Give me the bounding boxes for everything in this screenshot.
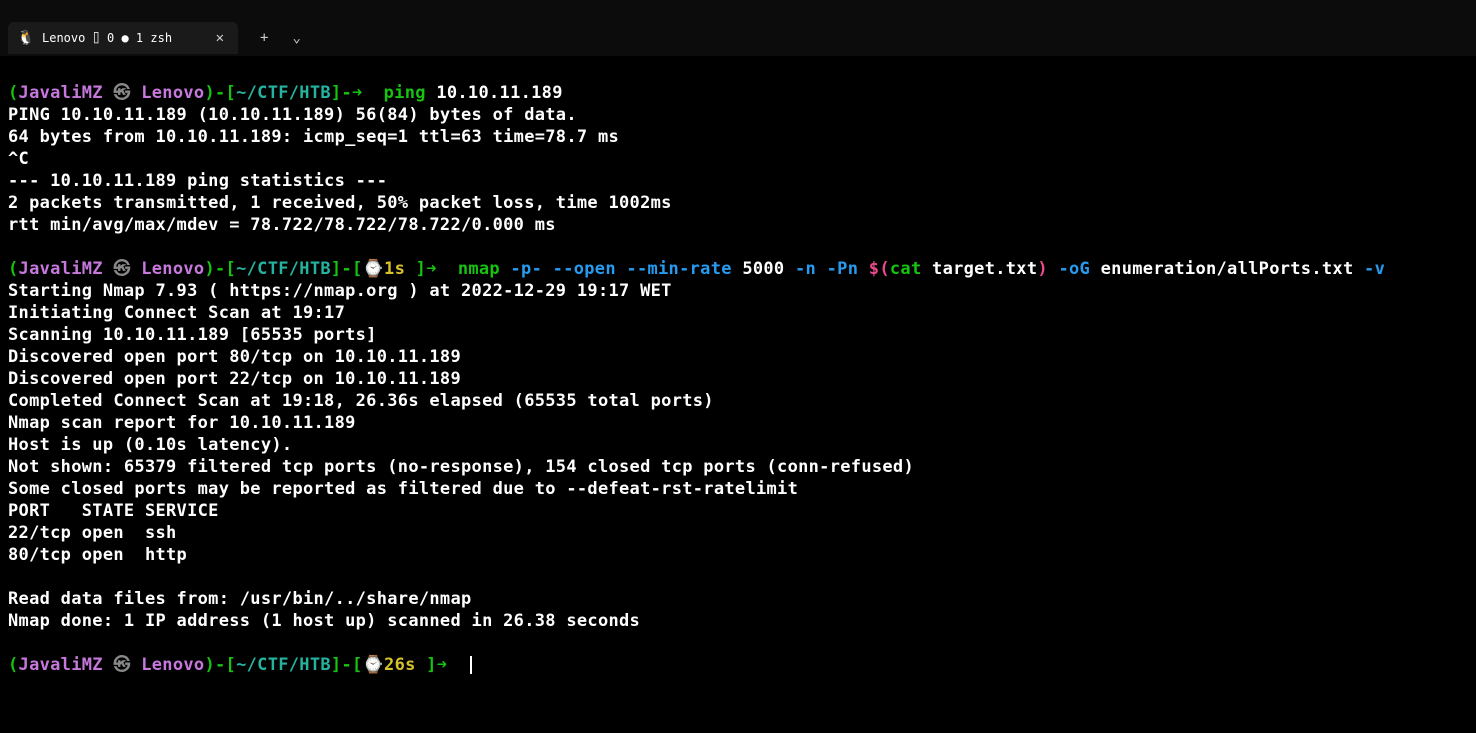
tab-controls: + ⌄ [250,26,311,50]
prompt-user: JavaliMZ [19,655,103,675]
prompt-path: ~/CTF/HTB [236,655,331,675]
output-line: Nmap done: 1 IP address (1 host up) scan… [8,611,640,631]
prompt-dash: - [341,259,352,279]
output-line: 64 bytes from 10.10.11.189: icmp_seq=1 t… [8,127,619,147]
output-line: 80/tcp open http [8,545,187,565]
tux-icon: 🐧 [18,30,34,46]
prompt-path: ~/CTF/HTB [236,259,331,279]
output-line: ^C [8,149,29,169]
subst-file: target.txt [932,259,1037,279]
prompt-open-paren: ( [8,655,19,675]
terminal-content[interactable]: (JavaliMZ ㉿ Lenovo)-[~/CTF/HTB]-➜ ping 1… [0,56,1476,680]
prompt-dash: - [215,259,226,279]
prompt-bracket-close: ] [331,655,342,675]
time-bracket-close: ] [416,259,427,279]
nmap-arg-n: -n [795,259,816,279]
output-line: Completed Connect Scan at 19:18, 26.36s … [8,391,714,411]
skull-icon: ㉿ [113,259,130,279]
subst-open: $( [869,259,890,279]
nmap-arg-open: --open [553,259,616,279]
output-line: --- 10.10.11.189 ping statistics --- [8,171,387,191]
nmap-arg-v: -v [1364,259,1385,279]
prompt-arrow: ➜ [437,655,458,675]
output-line: Initiating Connect Scan at 19:17 [8,303,345,323]
nmap-output-file: enumeration/allPorts.txt [1101,259,1354,279]
terminal-tab[interactable]: 🐧 Lenovo ⌷ 0 ● 1 zsh ✕ [8,22,238,54]
tab-title: Lenovo ⌷ 0 ● 1 zsh [42,31,204,45]
prompt-close-paren: ) [204,655,215,675]
output-line: Host is up (0.10s latency). [8,435,292,455]
window-titlebar [0,0,1476,20]
prompt-bracket-close: ] [331,83,342,103]
tab-bar: 🐧 Lenovo ⌷ 0 ● 1 zsh ✕ + ⌄ [0,20,1476,56]
prompt-arrow: ➜ [426,259,447,279]
prompt-dash: - [215,83,226,103]
output-line: PORT STATE SERVICE [8,501,219,521]
prompt-path: ~/CTF/HTB [236,83,331,103]
skull-icon: ㉿ [113,83,130,103]
output-line: 2 packets transmitted, 1 received, 50% p… [8,193,672,213]
output-line: Not shown: 65379 filtered tcp ports (no-… [8,457,914,477]
prompt-bracket-close: ] [331,259,342,279]
time-bracket-open: [ [352,259,363,279]
nmap-arg-p: -p- [511,259,543,279]
prompt-host: Lenovo [141,655,204,675]
prompt-user: JavaliMZ [19,83,103,103]
time-bracket-close: ] [426,655,437,675]
time-bracket-open: [ [352,655,363,675]
prompt-dash: - [341,83,352,103]
close-icon[interactable]: ✕ [212,30,228,46]
output-line: Starting Nmap 7.93 ( https://nmap.org ) … [8,281,672,301]
prompt-close-paren: ) [204,259,215,279]
command-ping: ping [384,83,426,103]
output-line: Some closed ports may be reported as fil… [8,479,798,499]
prompt-host: Lenovo [141,83,204,103]
prompt-bracket-open: [ [226,83,237,103]
subst-cat: cat [890,259,922,279]
prompt-open-paren: ( [8,83,19,103]
new-tab-button[interactable]: + [250,26,278,50]
prompt-bracket-open: [ [226,655,237,675]
output-line: Discovered open port 80/tcp on 10.10.11.… [8,347,461,367]
cursor [470,656,472,674]
time-value: 26s [384,655,426,675]
output-line: Scanning 10.10.11.189 [65535 ports] [8,325,377,345]
output-line: PING 10.10.11.189 (10.10.11.189) 56(84) … [8,105,577,125]
prompt-arrow: ➜ [352,83,373,103]
clock-icon: ⌚ [363,259,384,279]
clock-icon: ⌚ [363,655,384,675]
nmap-arg-minrate: --min-rate [626,259,731,279]
output-line: Discovered open port 22/tcp on 10.10.11.… [8,369,461,389]
ping-target: 10.10.11.189 [436,83,562,103]
output-line: Read data files from: /usr/bin/../share/… [8,589,472,609]
output-line: rtt min/avg/max/mdev = 78.722/78.722/78.… [8,215,556,235]
output-line: Nmap scan report for 10.10.11.189 [8,413,356,433]
command-nmap: nmap [458,259,500,279]
prompt-user: JavaliMZ [19,259,103,279]
nmap-arg-pn: -Pn [827,259,859,279]
skull-icon: ㉿ [113,655,130,675]
tab-dropdown-button[interactable]: ⌄ [282,26,310,50]
prompt-dash: - [215,655,226,675]
prompt-close-paren: ) [204,83,215,103]
prompt-host: Lenovo [141,259,204,279]
output-line: 22/tcp open ssh [8,523,177,543]
prompt-bracket-open: [ [226,259,237,279]
time-value: 1s [384,259,416,279]
prompt-dash: - [341,655,352,675]
subst-close: ) [1037,259,1048,279]
nmap-arg-og: -oG [1058,259,1090,279]
nmap-val-5000: 5000 [742,259,784,279]
prompt-open-paren: ( [8,259,19,279]
